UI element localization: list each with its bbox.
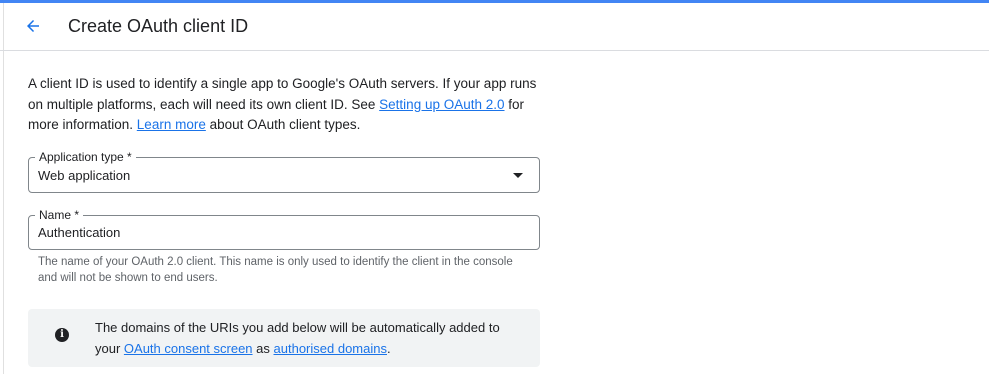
page-title: Create OAuth client ID [68,16,249,36]
learn-more-link[interactable]: Learn more [137,117,206,132]
left-divider [3,3,4,374]
arrow-back-icon [27,20,39,32]
info-text: The domains of the URIs you add below wi… [95,320,500,356]
page-header: Create OAuth client ID [0,3,989,51]
application-type-select[interactable]: Application type * Web application [28,150,540,193]
application-type-value: Web application [38,168,131,183]
oauth-consent-screen-link[interactable]: OAuth consent screen [124,341,253,356]
name-label: Name * [35,208,84,222]
setting-up-oauth-link[interactable]: Setting up OAuth 2.0 [379,97,504,112]
intro-section: A client ID is used to identify a single… [28,74,540,136]
name-input[interactable]: Name * Authentication [28,208,540,250]
name-value: Authentication [38,225,121,240]
name-hint: The name of your OAuth 2.0 client. This … [38,256,513,284]
dropdown-arrow-icon [513,173,523,178]
application-type-label: Application type * [35,150,136,164]
info-banner: i The domains of the URIs you add below … [28,309,540,367]
authorised-domains-link[interactable]: authorised domains [274,341,387,356]
info-icon: i [55,328,69,342]
back-button[interactable] [17,10,49,42]
intro-text: A client ID is used to identify a single… [28,76,537,132]
